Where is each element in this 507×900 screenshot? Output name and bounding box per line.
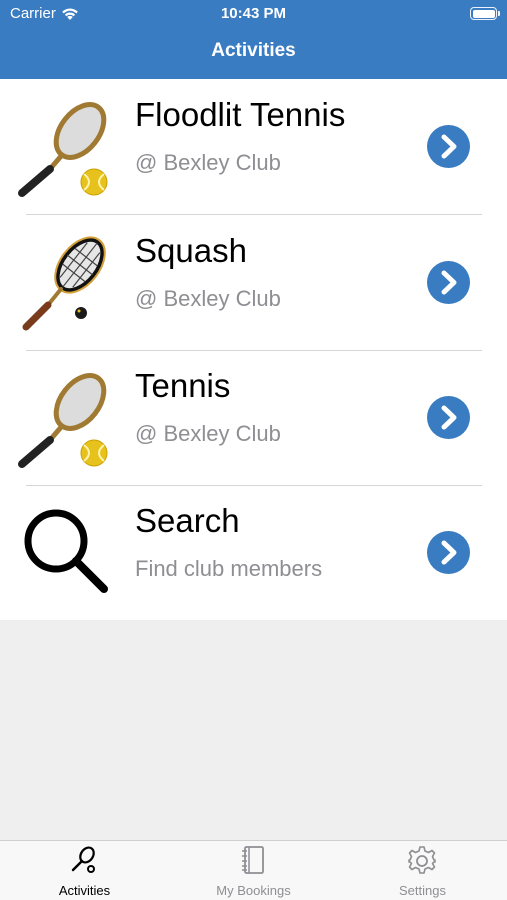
status-time: 10:43 PM	[220, 5, 287, 22]
tab-label: Settings	[399, 883, 446, 898]
magnifier-icon	[24, 509, 108, 593]
tab-activities[interactable]: Activities	[0, 841, 169, 900]
activity-subtitle: @ Bexley Club	[135, 150, 281, 175]
tab-label: Activities	[58, 883, 111, 898]
chevron-right-icon[interactable]	[427, 125, 470, 168]
activity-subtitle: @ Bexley Club	[135, 286, 281, 311]
chevron-right-icon[interactable]	[427, 261, 470, 304]
list-item-squash[interactable]: Squash @ Bexley Club	[0, 215, 507, 350]
activity-title: Floodlit Tennis	[135, 96, 346, 133]
squash-racket-icon	[22, 236, 106, 331]
activity-title: Tennis	[135, 367, 231, 404]
activity-title: Squash	[135, 232, 247, 269]
list-item-tennis[interactable]: Tennis @ Bexley Club	[0, 350, 507, 485]
list-item-search[interactable]: Search Find club members	[0, 485, 507, 620]
chevron-right-icon[interactable]	[427, 531, 470, 574]
activity-title: Search	[135, 502, 240, 539]
gear-icon	[408, 846, 436, 874]
tab-bar: Activities My Bookings Settings	[0, 840, 507, 900]
tennis-racket-icon	[18, 373, 108, 468]
list-item-floodlit-tennis[interactable]: Floodlit Tennis @ Bexley Club	[0, 79, 507, 214]
activities-icon	[71, 846, 95, 873]
notebook-icon	[242, 846, 264, 874]
navigation-header: Carrier 10:43 PM Activities	[0, 0, 507, 79]
activities-list: Floodlit Tennis @ Bexley Club Squash @ B…	[0, 79, 507, 620]
tennis-racket-icon	[18, 102, 108, 197]
tab-settings[interactable]: Settings	[338, 841, 507, 900]
page-title: Activities	[211, 40, 296, 61]
chevron-right-icon[interactable]	[427, 396, 470, 439]
tab-label: My Bookings	[216, 883, 291, 898]
status-bar: Carrier 10:43 PM	[0, 0, 507, 28]
activity-subtitle: Find club members	[135, 556, 323, 581]
activity-subtitle: @ Bexley Club	[135, 421, 281, 446]
battery-icon	[470, 7, 500, 20]
tab-my-bookings[interactable]: My Bookings	[169, 841, 338, 900]
